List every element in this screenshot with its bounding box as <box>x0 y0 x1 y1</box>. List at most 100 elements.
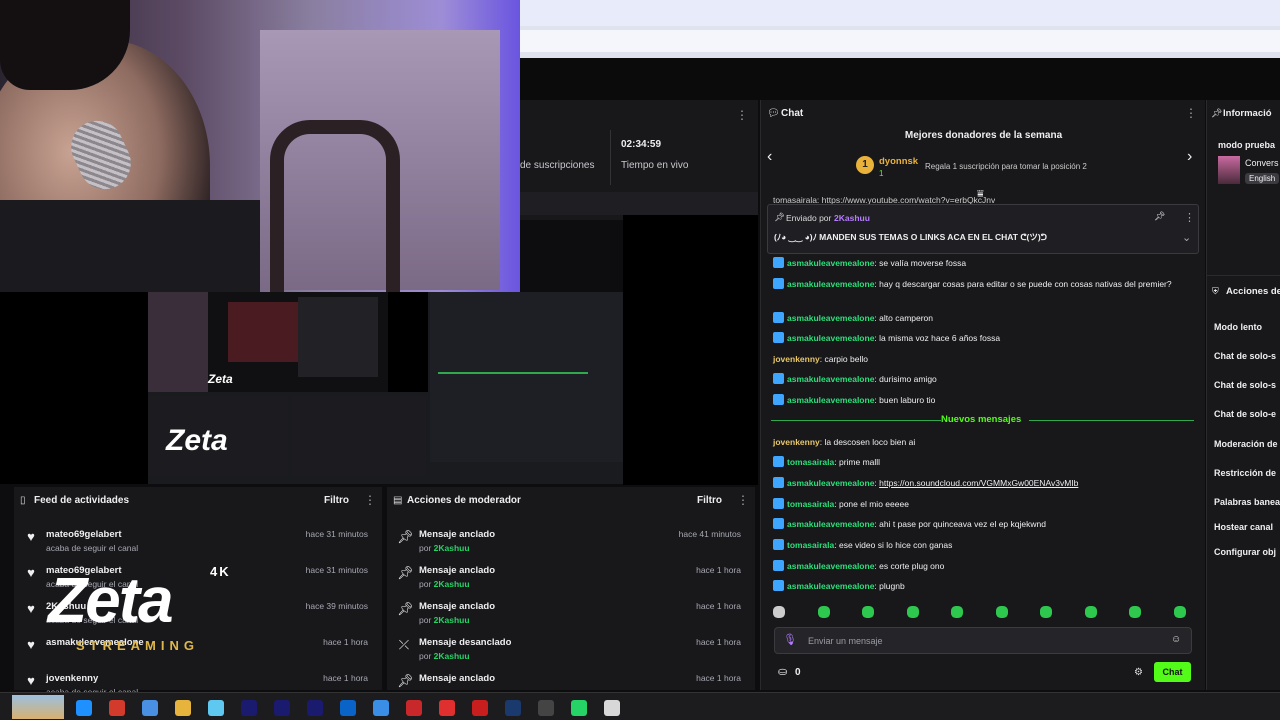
moderation-action[interactable]: Configurar obj <box>1214 547 1276 557</box>
chat-message[interactable]: tomasairala: prime malll <box>773 456 1193 469</box>
outlook-icon[interactable] <box>340 700 356 716</box>
emote-icon[interactable] <box>951 606 963 618</box>
kebab-menu-icon[interactable]: ⋮ <box>1184 211 1195 224</box>
mod-filter-button[interactable]: Filtro <box>697 495 722 506</box>
chat-message[interactable]: tomasairala: ese video si lo hice con ga… <box>773 539 1193 552</box>
mod-item[interactable]: 📌︎ Mensaje anclado por 2Kashuu hace 41 m… <box>387 521 755 557</box>
moderation-action[interactable]: Chat de solo-s <box>1214 351 1276 361</box>
app-icon[interactable] <box>406 700 422 716</box>
emote-icon[interactable] <box>1040 606 1052 618</box>
moderation-action[interactable]: Moderación de <box>1214 439 1278 449</box>
emote-icon[interactable] <box>906 606 919 618</box>
microphone-icon[interactable]: 🎙︎ <box>783 633 797 646</box>
chat-send-button[interactable]: Chat <box>1154 662 1191 682</box>
after-effects-icon[interactable] <box>307 700 323 716</box>
chat-username[interactable]: asmakuleavemealone <box>787 313 874 323</box>
chat-title: Chat <box>781 108 804 119</box>
emote-icon[interactable] <box>862 606 874 618</box>
app-icon[interactable] <box>604 700 620 716</box>
chat-username[interactable]: tomasairala <box>787 457 834 467</box>
chat-username[interactable]: jovenkenny <box>773 354 820 364</box>
moderation-action[interactable]: Palabras banea <box>1214 497 1280 507</box>
premiere-icon[interactable] <box>274 700 290 716</box>
emote-icon[interactable] <box>773 606 785 618</box>
partial-message: tomasairala: https://www.youtube.com/wat… <box>773 195 996 204</box>
chat-message[interactable]: jovenkenny: carpio bello <box>773 353 1193 366</box>
emote-icon[interactable] <box>817 606 830 618</box>
kebab-menu-icon[interactable]: ⋮ <box>1185 106 1197 120</box>
chat-message[interactable]: tomasairala: pone el mio eeeee <box>773 498 1193 511</box>
chat-message[interactable]: asmakuleavemealone: se valía moverse fos… <box>773 257 1193 270</box>
chat-username[interactable]: asmakuleavemealone <box>787 478 874 488</box>
chat-username[interactable]: asmakuleavemealone <box>787 258 874 268</box>
chat-username[interactable]: tomasairala <box>787 499 834 509</box>
kebab-menu-icon[interactable]: ⋮ <box>736 108 748 122</box>
moderation-action[interactable]: Chat de solo-e <box>1214 409 1276 419</box>
acrobat-icon[interactable] <box>472 700 488 716</box>
emote-icon[interactable] <box>1173 606 1186 618</box>
chat-message[interactable]: asmakuleavemealone: es corte plug ono <box>773 560 1193 573</box>
chat-message[interactable]: asmakuleavemealone: buen laburo tio <box>773 394 1193 407</box>
app-icon[interactable] <box>439 700 455 716</box>
info-conv: Convers <box>1245 158 1279 168</box>
emote-icon[interactable] <box>1084 606 1097 618</box>
chat-username[interactable]: asmakuleavemealone <box>787 395 874 405</box>
gift-icon[interactable]: ⛀ <box>778 665 787 678</box>
moderation-action[interactable]: Hostear canal <box>1214 522 1273 532</box>
feed-item[interactable]: ♥ mateo69gelabert acaba de seguir el can… <box>14 521 382 557</box>
chat-message[interactable]: asmakuleavemealone: ahi t pase por quinc… <box>773 518 1193 531</box>
emoji-icon[interactable]: ☺ <box>1171 634 1181 645</box>
chat-username[interactable]: asmakuleavemealone <box>787 333 874 343</box>
chat-message[interactable]: asmakuleavemealone: alto camperon <box>773 312 1193 325</box>
chat-text: : alto camperon <box>874 313 934 323</box>
media-encoder-icon[interactable] <box>241 700 257 716</box>
chat-message[interactable]: asmakuleavemealone: plugnb <box>773 580 1193 593</box>
moderation-action[interactable]: Chat de solo-s <box>1214 380 1276 390</box>
chat-username[interactable]: tomasairala <box>787 540 834 550</box>
chat-link[interactable]: https://on.soundcloud.com/VGMMxGw00ENAv3… <box>879 478 1078 488</box>
app-icon[interactable] <box>208 700 224 716</box>
chat-message[interactable]: jovenkenny: la descosen loco bien ai <box>773 436 1193 449</box>
browser-window-top <box>520 0 1280 58</box>
mod-item[interactable]: ⤫ Mensaje desanclado por 2Kashuu hace 1 … <box>387 629 755 665</box>
app-icon[interactable] <box>373 700 389 716</box>
chat-message[interactable]: asmakuleavemealone: https://on.soundclou… <box>773 477 1193 490</box>
gear-icon[interactable]: ⚙ <box>1134 667 1143 678</box>
mod-item[interactable]: 📌︎ Mensaje anclado por 2Kashuu hace 1 ho… <box>387 593 755 629</box>
mod-item[interactable]: 📌︎ Mensaje anclado por 2Kashuu hace 1 ho… <box>387 557 755 593</box>
kebab-menu-icon[interactable]: ⋮ <box>737 493 749 507</box>
moderation-action[interactable]: Modo lento <box>1214 322 1262 332</box>
emote-icon[interactable] <box>995 606 1008 618</box>
lightroom-icon[interactable] <box>505 700 521 716</box>
moderation-action[interactable]: Restricción de <box>1214 468 1276 478</box>
emote-icon[interactable] <box>1129 606 1141 618</box>
app-icon[interactable] <box>142 700 158 716</box>
edge-icon[interactable] <box>76 700 92 716</box>
chat-username[interactable]: asmakuleavemealone <box>787 561 874 571</box>
chat-username[interactable]: asmakuleavemealone <box>787 279 874 289</box>
chat-message[interactable]: asmakuleavemealone: hay q descargar cosa… <box>773 278 1193 291</box>
explorer-icon[interactable] <box>175 700 191 716</box>
pinned-message[interactable]: 📌︎ Enviado por 2Kashuu (ﾉ◕ ‿‿ ◕)ﾉ MANDEN… <box>767 204 1199 254</box>
mod-by: por <box>419 579 432 589</box>
chat-username[interactable]: asmakuleavemealone <box>787 581 874 591</box>
chat-message[interactable]: asmakuleavemealone: la misma voz hace 6 … <box>773 332 1193 345</box>
feed-title: Feed de actividades <box>34 495 130 506</box>
feed-filter-button[interactable]: Filtro <box>324 495 349 506</box>
capcut-icon[interactable] <box>538 700 554 716</box>
chrome-icon[interactable] <box>109 700 125 716</box>
chevron-left-icon[interactable]: ‹ <box>767 148 772 166</box>
verified-badge-icon <box>773 312 784 323</box>
pin-toggle-icon[interactable]: 📌︎ <box>1154 211 1165 222</box>
chevron-right-icon[interactable]: › <box>1187 148 1192 166</box>
chevron-down-icon[interactable]: ⌄ <box>1182 231 1191 244</box>
chat-username[interactable]: jovenkenny <box>773 437 820 447</box>
chat-message[interactable]: asmakuleavemealone: durisimo amigo <box>773 373 1193 386</box>
chat-username[interactable]: asmakuleavemealone <box>787 519 874 529</box>
verified-badge-icon <box>773 456 784 467</box>
whatsapp-icon[interactable] <box>571 700 587 716</box>
chat-username[interactable]: asmakuleavemealone <box>787 374 874 384</box>
chat-input[interactable]: 🎙︎ Enviar un mensaje ☺ <box>774 627 1192 654</box>
donor-name[interactable]: dyonnsk <box>879 156 918 167</box>
kebab-menu-icon[interactable]: ⋮ <box>364 493 376 507</box>
